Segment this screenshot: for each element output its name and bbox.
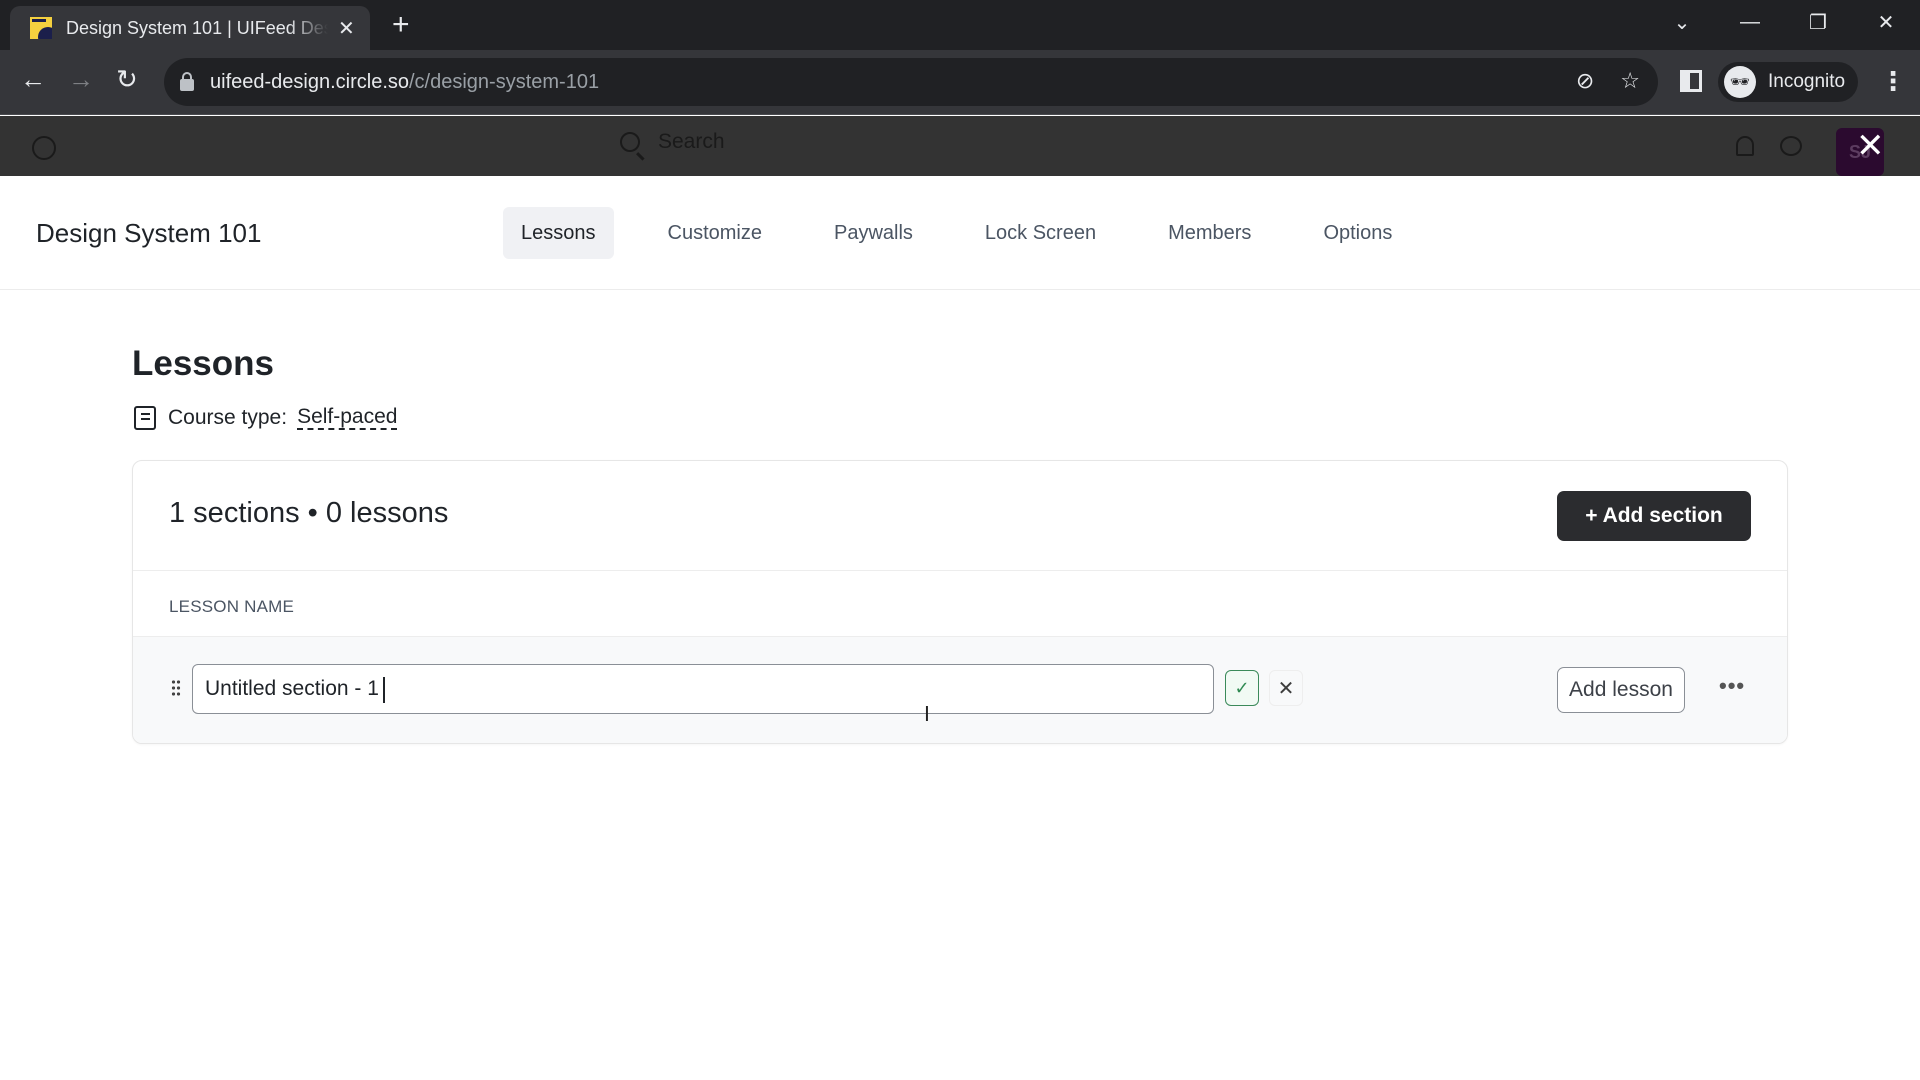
browser-menu-icon[interactable]: ⋮ <box>1880 66 1906 97</box>
new-tab-button[interactable]: + <box>392 8 410 42</box>
more-options-icon[interactable]: ••• <box>1719 673 1745 699</box>
tab-close-icon[interactable]: ✕ <box>338 16 355 41</box>
forward-arrow-icon[interactable]: → <box>68 64 94 95</box>
modal-close-icon[interactable]: ✕ <box>1856 128 1885 164</box>
restore-icon[interactable]: ❐ <box>1784 10 1852 35</box>
column-header-lesson-name: LESSON NAME <box>169 597 295 616</box>
tab-paywalls[interactable]: Paywalls <box>816 207 931 259</box>
section-name-input[interactable] <box>192 664 1214 714</box>
app-header-dimmed: Search <box>0 116 1920 176</box>
minimize-icon[interactable]: — <box>1716 11 1784 34</box>
course-settings-sheet: Design System 101 Lessons Customize Payw… <box>0 176 1920 1080</box>
cancel-rename-button[interactable]: ✕ <box>1269 670 1303 706</box>
lessons-card: 1 sections • 0 lessons + Add section LES… <box>132 460 1788 744</box>
incognito-icon: 🕶 <box>1724 66 1756 98</box>
search-placeholder: Search <box>658 130 725 153</box>
confirm-rename-button[interactable]: ✓ <box>1225 670 1259 706</box>
page-title: Lessons <box>132 344 274 383</box>
incognito-profile-button[interactable]: 🕶 Incognito <box>1718 62 1858 102</box>
tab-lessons[interactable]: Lessons <box>503 207 614 259</box>
side-panel-icon[interactable] <box>1680 70 1702 92</box>
tab-options[interactable]: Options <box>1305 207 1410 259</box>
course-type: Course type: Self-paced <box>134 406 398 430</box>
notifications-bell-icon <box>1736 136 1754 156</box>
notebook-icon <box>134 406 156 430</box>
tab-members[interactable]: Members <box>1150 207 1269 259</box>
reload-icon[interactable]: ↻ <box>116 64 138 95</box>
course-type-label: Course type: <box>168 406 288 429</box>
lock-icon[interactable] <box>180 72 194 91</box>
course-type-selector[interactable]: Self-paced <box>297 406 398 430</box>
site-favicon-icon <box>30 17 52 39</box>
sections-lessons-count: 1 sections • 0 lessons <box>169 497 449 529</box>
course-title: Design System 101 <box>36 218 262 248</box>
tab-customize[interactable]: Customize <box>650 207 780 259</box>
browser-toolbar: ← → ↻ uifeed-design.circle.so/c/design-s… <box>0 50 1920 115</box>
browser-tabstrip: Design System 101 | UIFeed Design ✕ + ⌄ … <box>0 0 1920 50</box>
close-icon: ✕ <box>1277 677 1295 700</box>
section-row: ✓ ✕ Add lesson ••• <box>133 637 1787 743</box>
text-caret <box>383 677 385 703</box>
course-nav-tabs: Lessons Customize Paywalls Lock Screen M… <box>503 207 1446 259</box>
lessons-card-header: 1 sections • 0 lessons + Add section <box>133 461 1787 571</box>
table-header: LESSON NAME <box>133 571 1787 637</box>
tab-lock-screen[interactable]: Lock Screen <box>967 207 1114 259</box>
course-header: Design System 101 Lessons Customize Payw… <box>0 176 1920 290</box>
app-search: Search <box>620 130 725 154</box>
tab-search-chevron-icon[interactable]: ⌄ <box>1648 10 1716 35</box>
messages-chat-icon <box>1780 136 1802 156</box>
bookmark-star-icon[interactable]: ☆ <box>1620 68 1640 94</box>
url-text[interactable]: uifeed-design.circle.so/c/design-system-… <box>210 71 599 94</box>
window-controls: ⌄ — ❐ ✕ <box>1648 0 1920 44</box>
address-bar[interactable]: uifeed-design.circle.so/c/design-system-… <box>164 58 1658 106</box>
drag-handle-icon[interactable] <box>171 679 181 697</box>
browser-tab-active[interactable]: Design System 101 | UIFeed Design ✕ <box>10 6 370 50</box>
add-section-button[interactable]: + Add section <box>1557 491 1751 541</box>
check-icon: ✓ <box>1234 677 1250 698</box>
text-cursor-icon: I <box>924 702 930 726</box>
back-arrow-icon[interactable]: ← <box>20 64 46 95</box>
third-party-cookies-blocked-icon[interactable]: ⊘ <box>1576 68 1594 94</box>
tab-title: Design System 101 | UIFeed Design <box>66 17 328 38</box>
incognito-label: Incognito <box>1768 71 1846 92</box>
community-logo-icon <box>32 136 56 160</box>
window-close-icon[interactable]: ✕ <box>1852 10 1920 35</box>
search-icon <box>620 132 640 152</box>
add-lesson-button[interactable]: Add lesson <box>1557 667 1685 713</box>
